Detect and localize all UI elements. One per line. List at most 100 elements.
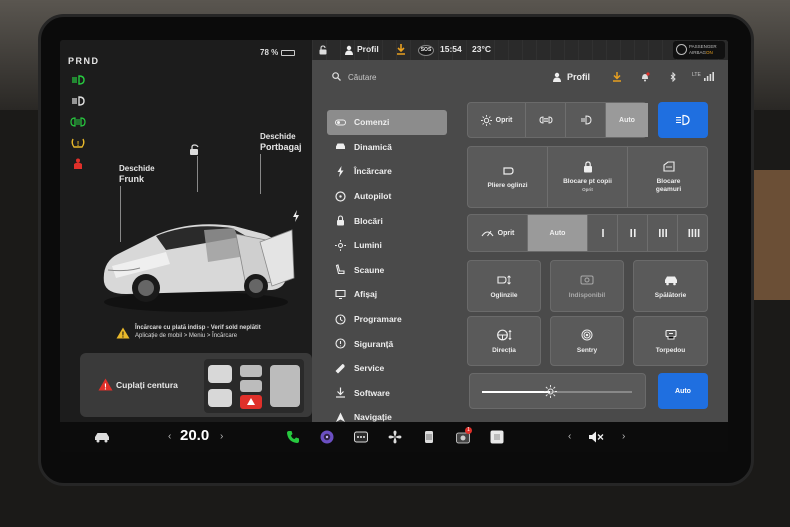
- mirror-adjust-icon: [497, 274, 511, 285]
- fold-mirrors-button[interactable]: Pliere oglinzi: [468, 147, 548, 207]
- low-beam-toggle-icon: [580, 115, 592, 125]
- wiper-speed-3-icon: [658, 229, 667, 237]
- temp-up-button[interactable]: ›: [220, 431, 223, 442]
- mirrors-adjust-button[interactable]: Oglinzile: [467, 260, 541, 312]
- wipers-auto-button[interactable]: Auto: [528, 215, 588, 251]
- menu-item-label: Service: [354, 363, 385, 374]
- frunk-action-label: Deschide: [119, 164, 155, 173]
- search-icon: [332, 72, 341, 81]
- battery-percent: 78 %: [260, 48, 279, 57]
- parking-lights-button[interactable]: [526, 103, 566, 137]
- frunk-name-label: Frunk: [119, 174, 145, 184]
- child-lock-icon: [583, 160, 592, 172]
- volume-up-button[interactable]: ›: [622, 431, 625, 442]
- car-icon[interactable]: [94, 430, 110, 444]
- shield-icon: [335, 338, 346, 349]
- svg-text:!: !: [104, 383, 107, 392]
- menu-item-service[interactable]: Service: [327, 356, 447, 381]
- wiper-speed-4-button[interactable]: [678, 215, 709, 251]
- search-input[interactable]: [348, 69, 498, 85]
- bolt-icon: [335, 165, 346, 177]
- airbag-icon: [676, 44, 687, 55]
- menu-item-label: Încărcare: [354, 166, 392, 177]
- battery-icon: [281, 49, 296, 56]
- phone-icon[interactable]: [286, 430, 300, 444]
- lights-off-button[interactable]: Oprit: [468, 103, 526, 137]
- dashcam-viewer-icon[interactable]: [490, 430, 504, 444]
- menu-item-siguranta[interactable]: Siguranță: [327, 331, 447, 356]
- profile-button[interactable]: Profil: [552, 72, 590, 82]
- software-update-icon[interactable]: [396, 44, 406, 55]
- steering-adjust-button[interactable]: Direcția: [467, 316, 541, 366]
- brightness-sun-icon[interactable]: [543, 385, 557, 398]
- unlock-icon[interactable]: [188, 144, 202, 156]
- download-update-icon[interactable]: [612, 72, 622, 82]
- bottom-dock: ‹ 20.0 › 1 ‹ ›: [60, 422, 728, 452]
- seat-heater-icon[interactable]: [422, 430, 436, 444]
- lock-status-icon[interactable]: [318, 45, 328, 55]
- menu-item-label: Autopilot: [354, 191, 392, 202]
- menu-item-afisaj[interactable]: Afișaj: [327, 282, 447, 307]
- frunk-button[interactable]: Deschide Frunk: [119, 164, 155, 184]
- profile-icon[interactable]: [344, 45, 354, 55]
- touchscreen: PRND 78 % ! Deschide Frunk Deschide Port…: [60, 40, 728, 452]
- fan-icon[interactable]: [388, 430, 402, 444]
- menu-item-dinamica[interactable]: Dinamică: [327, 135, 447, 160]
- wiper-speed-1-button[interactable]: [588, 215, 618, 251]
- wipers-off-button[interactable]: Oprit: [468, 215, 528, 251]
- trunk-button[interactable]: Deschide Portbagaj: [260, 132, 302, 152]
- brightness-control: [469, 373, 646, 409]
- charging-warning-text[interactable]: Încărcare cu plată indisp - Verif sold n…: [135, 324, 261, 340]
- parking-lights-icon: [538, 116, 553, 124]
- volume-down-button[interactable]: ‹: [568, 431, 571, 442]
- lock-leader-line: [197, 156, 198, 192]
- sentry-mode-button[interactable]: Sentry: [550, 316, 624, 366]
- glovebox-button[interactable]: Torpedou: [633, 316, 708, 366]
- signal-strength-icon: [704, 72, 714, 81]
- steering-adjust-label: Direcția: [492, 346, 516, 354]
- quick-actions-row: Pliere oglinzi Blocare pt copii Oprit Bl…: [467, 146, 708, 208]
- menu-item-scaune[interactable]: Scaune: [327, 258, 447, 283]
- cabin-temperature[interactable]: 20.0: [180, 427, 209, 444]
- menu-item-incarcare[interactable]: Încărcare: [327, 159, 447, 184]
- brightness-slider[interactable]: [482, 391, 632, 393]
- seatbelt-warning-icon: [74, 158, 82, 169]
- car-wash-button[interactable]: Spălătorie: [633, 260, 708, 312]
- sos-button[interactable]: SOS: [418, 45, 434, 56]
- menu-item-programare[interactable]: Programare: [327, 307, 447, 332]
- clock-time: 15:54: [440, 44, 462, 54]
- menu-item-autopilot[interactable]: Autopilot: [327, 184, 447, 209]
- more-apps-icon[interactable]: [354, 430, 368, 444]
- dashcam-button[interactable]: Indisponibil: [550, 260, 624, 312]
- network-label: LTE: [692, 72, 701, 78]
- child-lock-button[interactable]: Blocare pt copii Oprit: [548, 147, 628, 207]
- bluetooth-icon[interactable]: [668, 72, 678, 82]
- low-beam-button[interactable]: [566, 103, 606, 137]
- menu-item-software[interactable]: Software: [327, 381, 447, 406]
- status-profile-label[interactable]: Profil: [357, 44, 379, 54]
- lights-auto-button[interactable]: Auto: [606, 103, 648, 137]
- menu-item-blocari[interactable]: Blocări: [327, 208, 447, 233]
- window-lock-button[interactable]: Blocare geamuri: [628, 147, 709, 207]
- menu-item-comenzi[interactable]: Comenzi: [327, 110, 447, 135]
- child-lock-state: Oprit: [582, 186, 593, 192]
- temp-down-button[interactable]: ‹: [168, 431, 171, 442]
- notification-bell-icon[interactable]: [640, 72, 650, 82]
- profile-person-icon: [553, 72, 561, 82]
- wiper-speed-3-button[interactable]: [648, 215, 678, 251]
- menu-item-label: Blocări: [354, 215, 383, 226]
- brightness-auto-button[interactable]: Auto: [658, 373, 708, 409]
- wiper-speed-2-button[interactable]: [618, 215, 648, 251]
- mirror-icon: [502, 166, 514, 175]
- volume-mute-icon[interactable]: [588, 430, 604, 444]
- car-icon: [335, 141, 346, 152]
- gear-selector: PRND: [68, 56, 100, 66]
- glovebox-icon: [664, 329, 677, 339]
- wipers-off-label: Oprit: [497, 229, 515, 237]
- car-3d-model: [103, 224, 295, 312]
- menu-item-lumini[interactable]: Lumini: [327, 233, 447, 258]
- seatbelt-alert-card: ! Cuplați centura: [80, 353, 312, 417]
- lock-icon: [335, 215, 346, 226]
- auto-high-beam-button[interactable]: [658, 102, 708, 138]
- media-player-icon[interactable]: [320, 430, 334, 444]
